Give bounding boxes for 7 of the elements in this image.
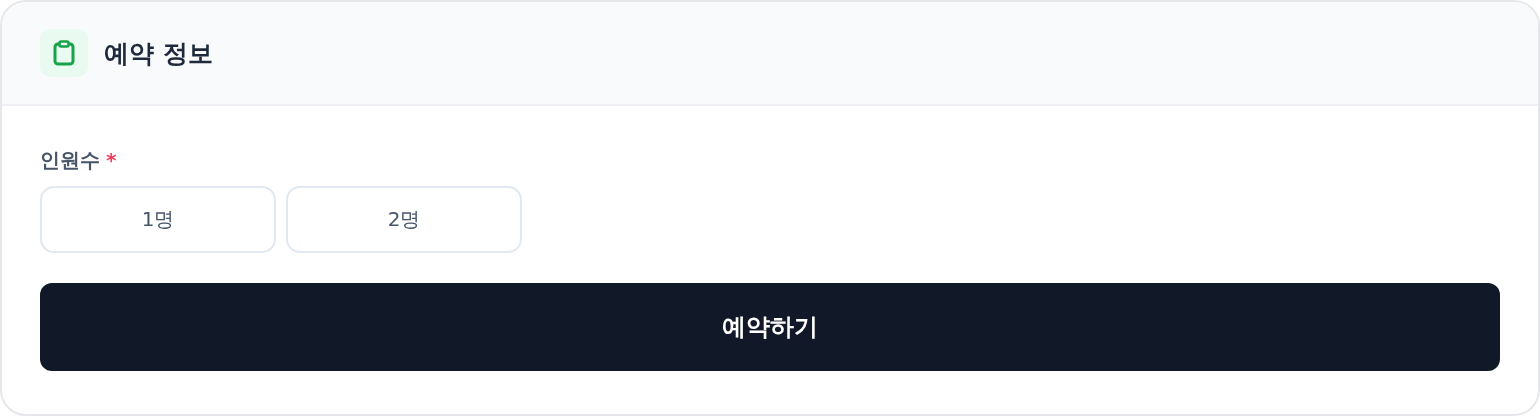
field-label: 인원수	[40, 146, 100, 174]
required-mark: *	[106, 148, 117, 172]
option-button[interactable]: 2명	[286, 186, 522, 253]
option-button[interactable]: 1명	[40, 186, 276, 253]
reserve-button[interactable]: 예약하기	[40, 283, 1500, 371]
section-title: 예약 정보	[104, 37, 213, 70]
clipboard-icon	[53, 40, 75, 66]
